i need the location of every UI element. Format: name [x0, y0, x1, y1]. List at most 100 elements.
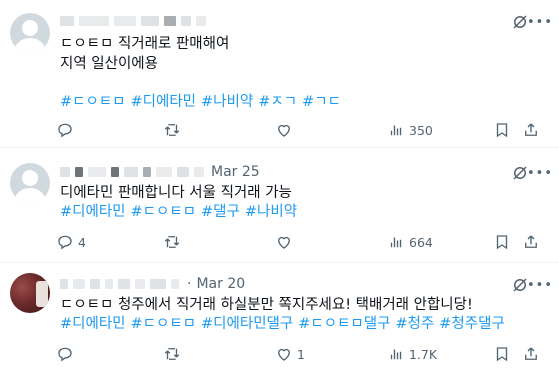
reply-icon	[58, 235, 72, 250]
tweet-date[interactable]: Mar 25	[211, 164, 260, 180]
reply-count: 4	[78, 234, 86, 250]
views-count: 664	[409, 234, 433, 250]
tweet-2[interactable]: Mar 25 ••• 디에타민 판매합니다 서울 직거래 가능 #디에타민 #ㄷㅇ…	[0, 148, 559, 263]
redacted-handle	[124, 167, 138, 177]
like-count: 1	[297, 346, 305, 362]
hashtag-link[interactable]: #ㄱㄷ	[302, 94, 341, 110]
more-dots-icon[interactable]: •••	[527, 166, 553, 181]
tweet-1[interactable]: ••• ㄷㅇㅌㅁ 직거래로 판매해여 지역 일산이에용 #ㄷㅇㅌㅁ #디에타민 #나…	[0, 0, 559, 148]
hashtag-link[interactable]: #디에타민	[131, 94, 197, 110]
tweet-text-line: ㄷㅇㅌㅁ 직거래로 판매해여	[60, 36, 230, 52]
hashtag-link[interactable]: #ㄷㅇㅌㅁ	[60, 94, 126, 110]
redacted-name	[60, 16, 74, 26]
views-icon	[390, 125, 402, 136]
tweet-header	[60, 12, 211, 30]
reply-button[interactable]	[56, 120, 78, 140]
hashtag-link[interactable]: #ㄷㅇㅌㅁ	[131, 204, 197, 220]
share-button[interactable]	[522, 120, 540, 140]
redacted-handle	[164, 16, 176, 26]
like-button[interactable]	[275, 232, 297, 252]
hashtag-link[interactable]: #청주	[395, 316, 434, 332]
share-icon	[525, 235, 537, 248]
redacted-handle	[171, 279, 179, 289]
reply-button[interactable]	[56, 344, 78, 364]
avatar[interactable]	[10, 163, 50, 203]
bookmark-button[interactable]	[493, 120, 511, 140]
views-button[interactable]: 350	[387, 120, 433, 140]
redacted-handle	[118, 279, 130, 289]
retweet-icon	[164, 236, 180, 248]
hashtag-link[interactable]: #디에타민	[60, 204, 126, 220]
retweet-icon	[164, 124, 180, 136]
hashtag-link[interactable]: #디에타민	[60, 316, 126, 332]
redacted-handle	[156, 167, 172, 177]
tweet-text-line: ㄷㅇㅌㅁ 청주에서 직거래 하실분만 쪽지주세요! 택배거래 안합니당!	[60, 297, 473, 313]
hashtag-link[interactable]: #ㅈㄱ	[258, 94, 297, 110]
like-button[interactable]	[275, 120, 297, 140]
avatar[interactable]	[10, 273, 50, 313]
views-button[interactable]: 1.7K	[387, 344, 437, 364]
retweet-icon	[164, 348, 180, 360]
redacted-handle	[181, 16, 191, 26]
views-icon	[390, 237, 402, 248]
retweet-button[interactable]	[163, 120, 185, 140]
redacted-name	[60, 279, 68, 289]
tweet-hashtags: #디에타민 #ㄷㅇㅌㅁ #댈구 #나비약	[60, 202, 302, 222]
tweet-date[interactable]: Mar 20	[196, 276, 245, 292]
redacted-name	[73, 279, 85, 289]
hashtag-link[interactable]: #댈구	[201, 204, 240, 220]
tweet-header: Mar 25	[60, 163, 260, 181]
tweet-header: · Mar 20	[60, 275, 245, 293]
redacted-name	[60, 167, 70, 177]
tweet-actions: 1 1.7K	[56, 344, 556, 364]
hashtag-link[interactable]: #디에타민댈구	[201, 316, 293, 332]
bookmark-button[interactable]	[493, 344, 511, 364]
avatar[interactable]	[10, 13, 50, 53]
redacted-name	[79, 16, 109, 26]
hashtag-link[interactable]: #나비약	[245, 204, 297, 220]
redacted-handle	[114, 16, 136, 26]
views-icon	[390, 349, 402, 360]
retweet-button[interactable]	[163, 344, 185, 364]
more-dots-icon[interactable]: •••	[527, 278, 553, 293]
tweet-text-line: 디에타민 판매합니다 서울 직거래 가능	[60, 185, 292, 201]
tweet-hashtags: #ㄷㅇㅌㅁ #디에타민 #나비약 #ㅈㄱ #ㄱㄷ	[60, 92, 346, 112]
tweet-text-line: 지역 일산이에용	[60, 56, 158, 72]
redacted-handle	[105, 279, 113, 289]
reply-icon	[58, 123, 72, 138]
like-icon	[278, 236, 290, 249]
tweet-actions: 350	[56, 120, 556, 140]
tweet-actions: 4 664	[56, 232, 556, 252]
hashtag-link[interactable]: #청주댈구	[439, 316, 505, 332]
redacted-name	[75, 167, 83, 177]
share-icon	[525, 347, 537, 360]
redacted-handle	[141, 16, 159, 26]
redacted-handle	[177, 167, 189, 177]
hashtag-link[interactable]: #나비약	[201, 94, 253, 110]
reply-icon	[58, 347, 72, 362]
redacted-handle	[194, 167, 204, 177]
hashtag-link[interactable]: #ㄷㅇㅌㅁ댈구	[298, 316, 390, 332]
tweet-hashtags: #디에타민 #ㄷㅇㅌㅁ #디에타민댈구 #ㄷㅇㅌㅁ댈구 #청주 #청주댈구	[60, 314, 510, 334]
hashtag-link[interactable]: #ㄷㅇㅌㅁ	[131, 316, 197, 332]
share-button[interactable]	[522, 232, 540, 252]
like-icon	[278, 124, 290, 137]
redacted-handle	[150, 279, 166, 289]
share-icon	[525, 123, 537, 136]
retweet-button[interactable]	[163, 232, 185, 252]
share-button[interactable]	[522, 344, 540, 364]
separator-dot: ·	[187, 276, 192, 292]
views-count: 1.7K	[409, 346, 438, 362]
like-button[interactable]: 1	[275, 344, 305, 364]
bookmark-button[interactable]	[493, 232, 511, 252]
like-icon	[278, 348, 290, 361]
redacted-name	[88, 167, 106, 177]
redacted-handle	[143, 167, 151, 177]
more-dots-icon[interactable]: •••	[527, 15, 553, 30]
redacted-handle	[196, 16, 206, 26]
bookmark-icon	[496, 347, 508, 362]
tweet-3[interactable]: · Mar 20 ••• ㄷㅇㅌㅁ 청주에서 직거래 하실분만 쪽지주세요! 택…	[0, 263, 559, 372]
views-button[interactable]: 664	[387, 232, 433, 252]
redacted-handle	[111, 167, 119, 177]
reply-button[interactable]: 4	[56, 232, 86, 252]
